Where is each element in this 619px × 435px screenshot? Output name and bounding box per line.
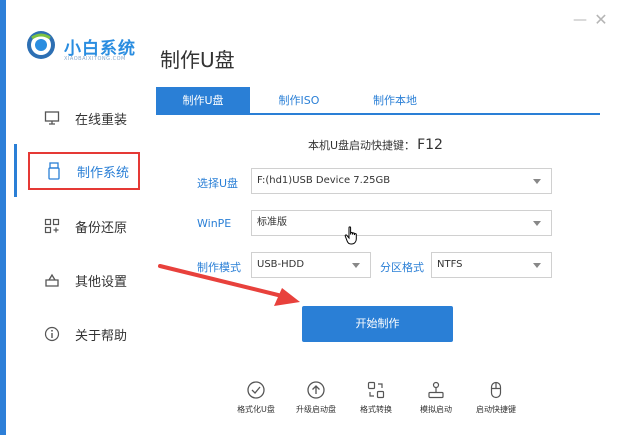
tab-make-local[interactable]: 制作本地 <box>348 87 442 115</box>
tool-label: 升级启动盘 <box>296 405 336 414</box>
sidebar-item-label: 备份还原 <box>75 220 128 236</box>
check-circle-icon <box>246 380 266 400</box>
window-left-edge <box>0 0 6 435</box>
sidebar-item-label: 关于帮助 <box>75 328 128 344</box>
usb-drive-icon <box>44 161 64 181</box>
mode-select-value: USB-HDD <box>257 259 305 270</box>
sidebar-item-label: 在线重装 <box>75 112 128 128</box>
tool-format-usb[interactable]: 格式化U盘 <box>226 380 286 415</box>
sidebar-item-make-system[interactable]: 制作系统 <box>28 152 140 190</box>
sidebar-active-indicator <box>14 144 17 197</box>
monitor-icon <box>42 108 62 128</box>
page-title: 制作U盘 <box>160 48 235 72</box>
fs-select-value: NTFS <box>437 259 463 270</box>
winpe-select-label: WinPE <box>197 217 232 230</box>
close-button[interactable]: ✕ <box>594 12 608 28</box>
tab-make-usb[interactable]: 制作U盘 <box>156 87 250 115</box>
app-window: — ✕ 小白系统 XIAOBAIXITONG.COM 制作U盘 在线重装 制作系… <box>0 0 619 435</box>
tab-bar: 制作U盘 制作ISO 制作本地 <box>156 87 600 115</box>
joystick-icon <box>426 380 446 400</box>
winpe-select-value: 标准版 <box>257 217 287 228</box>
grid-icon <box>42 216 62 236</box>
tab-make-iso[interactable]: 制作ISO <box>252 87 346 115</box>
tool-label: 启动快捷键 <box>476 405 516 414</box>
usb-select-label: 选择U盘 <box>197 177 239 190</box>
brand-subtitle: XIAOBAIXITONG.COM <box>64 56 126 62</box>
hotkey-value: F12 <box>417 137 443 153</box>
hand-cursor-icon <box>344 226 357 245</box>
usb-select[interactable]: F:(hd1)USB Device 7.25GB <box>251 168 552 194</box>
tool-upgrade-boot[interactable]: 升级启动盘 <box>286 380 346 415</box>
upload-circle-icon <box>306 380 326 400</box>
tool-label: 格式转换 <box>360 405 392 414</box>
fs-select[interactable]: NTFS <box>431 252 552 278</box>
dropdown-arrow-icon <box>533 263 541 268</box>
sidebar-item-online-reinstall[interactable]: 在线重装 <box>28 99 140 137</box>
tool-boot-hotkey[interactable]: 启动快捷键 <box>466 380 526 415</box>
hotkey-info: 本机U盘启动快捷键： F12 <box>308 137 443 153</box>
sidebar-item-label: 其他设置 <box>75 274 128 290</box>
mode-select[interactable]: USB-HDD <box>251 252 371 278</box>
xiaobai-logo-icon <box>27 31 55 59</box>
tool-simulate-boot[interactable]: 模拟启动 <box>406 380 466 415</box>
tray-icon <box>42 270 62 290</box>
sidebar-item-label: 制作系统 <box>77 165 130 181</box>
dropdown-arrow-icon <box>352 263 360 268</box>
mouse-icon <box>486 380 506 400</box>
winpe-select[interactable]: 标准版 <box>251 210 552 236</box>
info-icon <box>42 324 62 344</box>
fs-select-label: 分区格式 <box>380 261 424 274</box>
sidebar-item-about-help[interactable]: 关于帮助 <box>28 315 140 353</box>
dropdown-arrow-icon <box>533 221 541 226</box>
convert-icon <box>366 380 386 400</box>
sidebar-item-other-settings[interactable]: 其他设置 <box>28 261 140 299</box>
tool-format-convert[interactable]: 格式转换 <box>346 380 406 415</box>
hotkey-label: 本机U盘启动快捷键： <box>308 139 416 152</box>
sidebar-item-backup-restore[interactable]: 备份还原 <box>28 207 140 245</box>
mode-select-label: 制作模式 <box>197 261 241 274</box>
minimize-button[interactable]: — <box>573 13 587 27</box>
dropdown-arrow-icon <box>533 179 541 184</box>
tool-label: 模拟启动 <box>420 405 452 414</box>
start-make-button[interactable]: 开始制作 <box>302 306 453 342</box>
usb-select-value: F:(hd1)USB Device 7.25GB <box>257 175 391 186</box>
tool-label: 格式化U盘 <box>237 405 275 414</box>
